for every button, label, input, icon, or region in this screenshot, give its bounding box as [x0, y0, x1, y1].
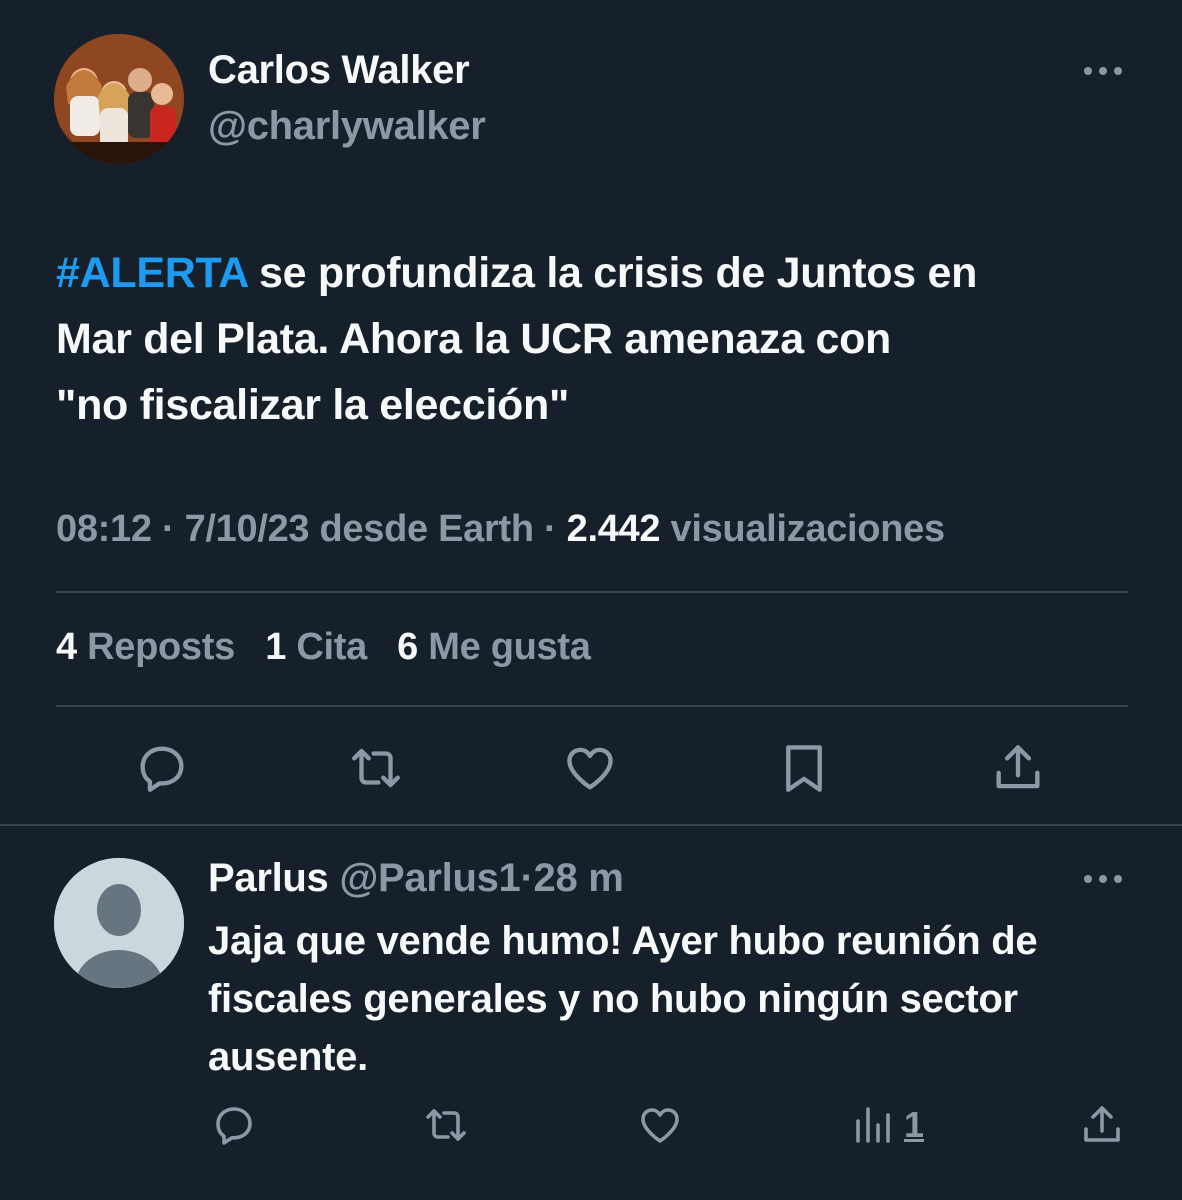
meta-separator: · — [151, 508, 185, 550]
author-handle[interactable]: @charlywalker — [208, 104, 486, 149]
share-icon — [1084, 1106, 1120, 1142]
tweet-text-line: "no fiscalizar la elección" — [56, 381, 570, 429]
tweet-meta: 08:12 · 7/10/23 desde Earth · 2.442 visu… — [56, 508, 945, 551]
tweet-time[interactable]: 08:12 — [56, 508, 152, 550]
tweet-stats: 4 Reposts 1 Cita 6 Me gusta — [56, 626, 591, 669]
more-options-icon[interactable] — [1082, 60, 1124, 82]
reposts-stat[interactable]: 4 Reposts — [56, 626, 235, 668]
reposts-count: 4 — [56, 626, 77, 668]
reply-reply-button[interactable] — [210, 1100, 258, 1150]
quotes-count: 1 — [265, 626, 287, 668]
reply-separator: · — [520, 856, 534, 900]
reply-text-line: Jaja que vende humo! Ayer hubo reunión d… — [208, 919, 1038, 963]
tweet-text-line: #ALERTA se profundiza la crisis de Junto… — [56, 240, 1146, 306]
reply-header: Parlus @Parlus1·28 m — [208, 856, 624, 901]
likes-count: 6 — [397, 626, 419, 668]
reply-age[interactable]: 28 m — [534, 856, 624, 900]
tweet-text: #ALERTA se profundiza la crisis de Junto… — [56, 240, 1146, 438]
reply-text-line: fiscales generales y no hubo ningún sect… — [208, 977, 1018, 1021]
like-icon — [641, 1108, 679, 1143]
reply-author-avatar[interactable] — [54, 858, 184, 988]
reply-icon — [140, 746, 184, 792]
divider — [56, 591, 1128, 593]
reply-text-line: ausente. — [208, 1035, 368, 1079]
reposts-label: Reposts — [87, 626, 235, 668]
quotes-stat[interactable]: 1 Cita — [265, 626, 367, 668]
reply-views-count: 1 — [904, 1104, 925, 1145]
reply-views-button[interactable]: 1 — [850, 1100, 924, 1150]
reply-button[interactable] — [132, 738, 192, 798]
hashtag-link[interactable]: #ALERTA — [56, 249, 248, 297]
meta-separator: · — [533, 508, 567, 550]
reply-repost-button[interactable] — [422, 1100, 470, 1150]
reply-author-name[interactable]: Parlus — [208, 856, 329, 900]
divider — [0, 824, 1182, 826]
bookmark-icon — [786, 745, 822, 792]
repost-icon — [352, 748, 400, 788]
tweet-date[interactable]: 7/10/23 desde Earth — [185, 508, 534, 550]
bookmark-button[interactable] — [774, 738, 834, 798]
reply-share-button[interactable] — [1078, 1100, 1126, 1150]
divider — [56, 705, 1128, 707]
tweet-text-line: Mar del Plata. Ahora la UCR amenaza con — [56, 315, 892, 363]
reply-author-handle[interactable]: @Parlus1 — [339, 856, 520, 900]
views-count: 2.442 — [566, 508, 661, 550]
likes-label: Me gusta — [428, 626, 591, 668]
reply-like-button[interactable] — [636, 1100, 684, 1150]
likes-stat[interactable]: 6 Me gusta — [397, 626, 591, 668]
author-name[interactable]: Carlos Walker — [208, 48, 470, 93]
share-button[interactable] — [988, 738, 1048, 798]
tweet-text-span: se profundiza la crisis de Juntos en — [247, 249, 978, 297]
views-icon — [856, 1107, 890, 1143]
tweet-detail-page: Carlos Walker @charlywalker #ALERTA se p… — [0, 0, 1182, 1200]
like-icon — [567, 747, 613, 790]
author-avatar[interactable] — [54, 34, 184, 164]
repost-button[interactable] — [346, 738, 406, 798]
views-label: visualizaciones — [670, 508, 945, 550]
share-icon — [996, 745, 1040, 789]
reply-icon — [216, 1107, 252, 1145]
quotes-label: Cita — [296, 626, 367, 668]
repost-icon — [426, 1109, 466, 1141]
like-button[interactable] — [560, 738, 620, 798]
reply-more-options-icon[interactable] — [1082, 868, 1124, 890]
reply-text: Jaja que vende humo! Ayer hubo reunión d… — [208, 912, 1158, 1086]
